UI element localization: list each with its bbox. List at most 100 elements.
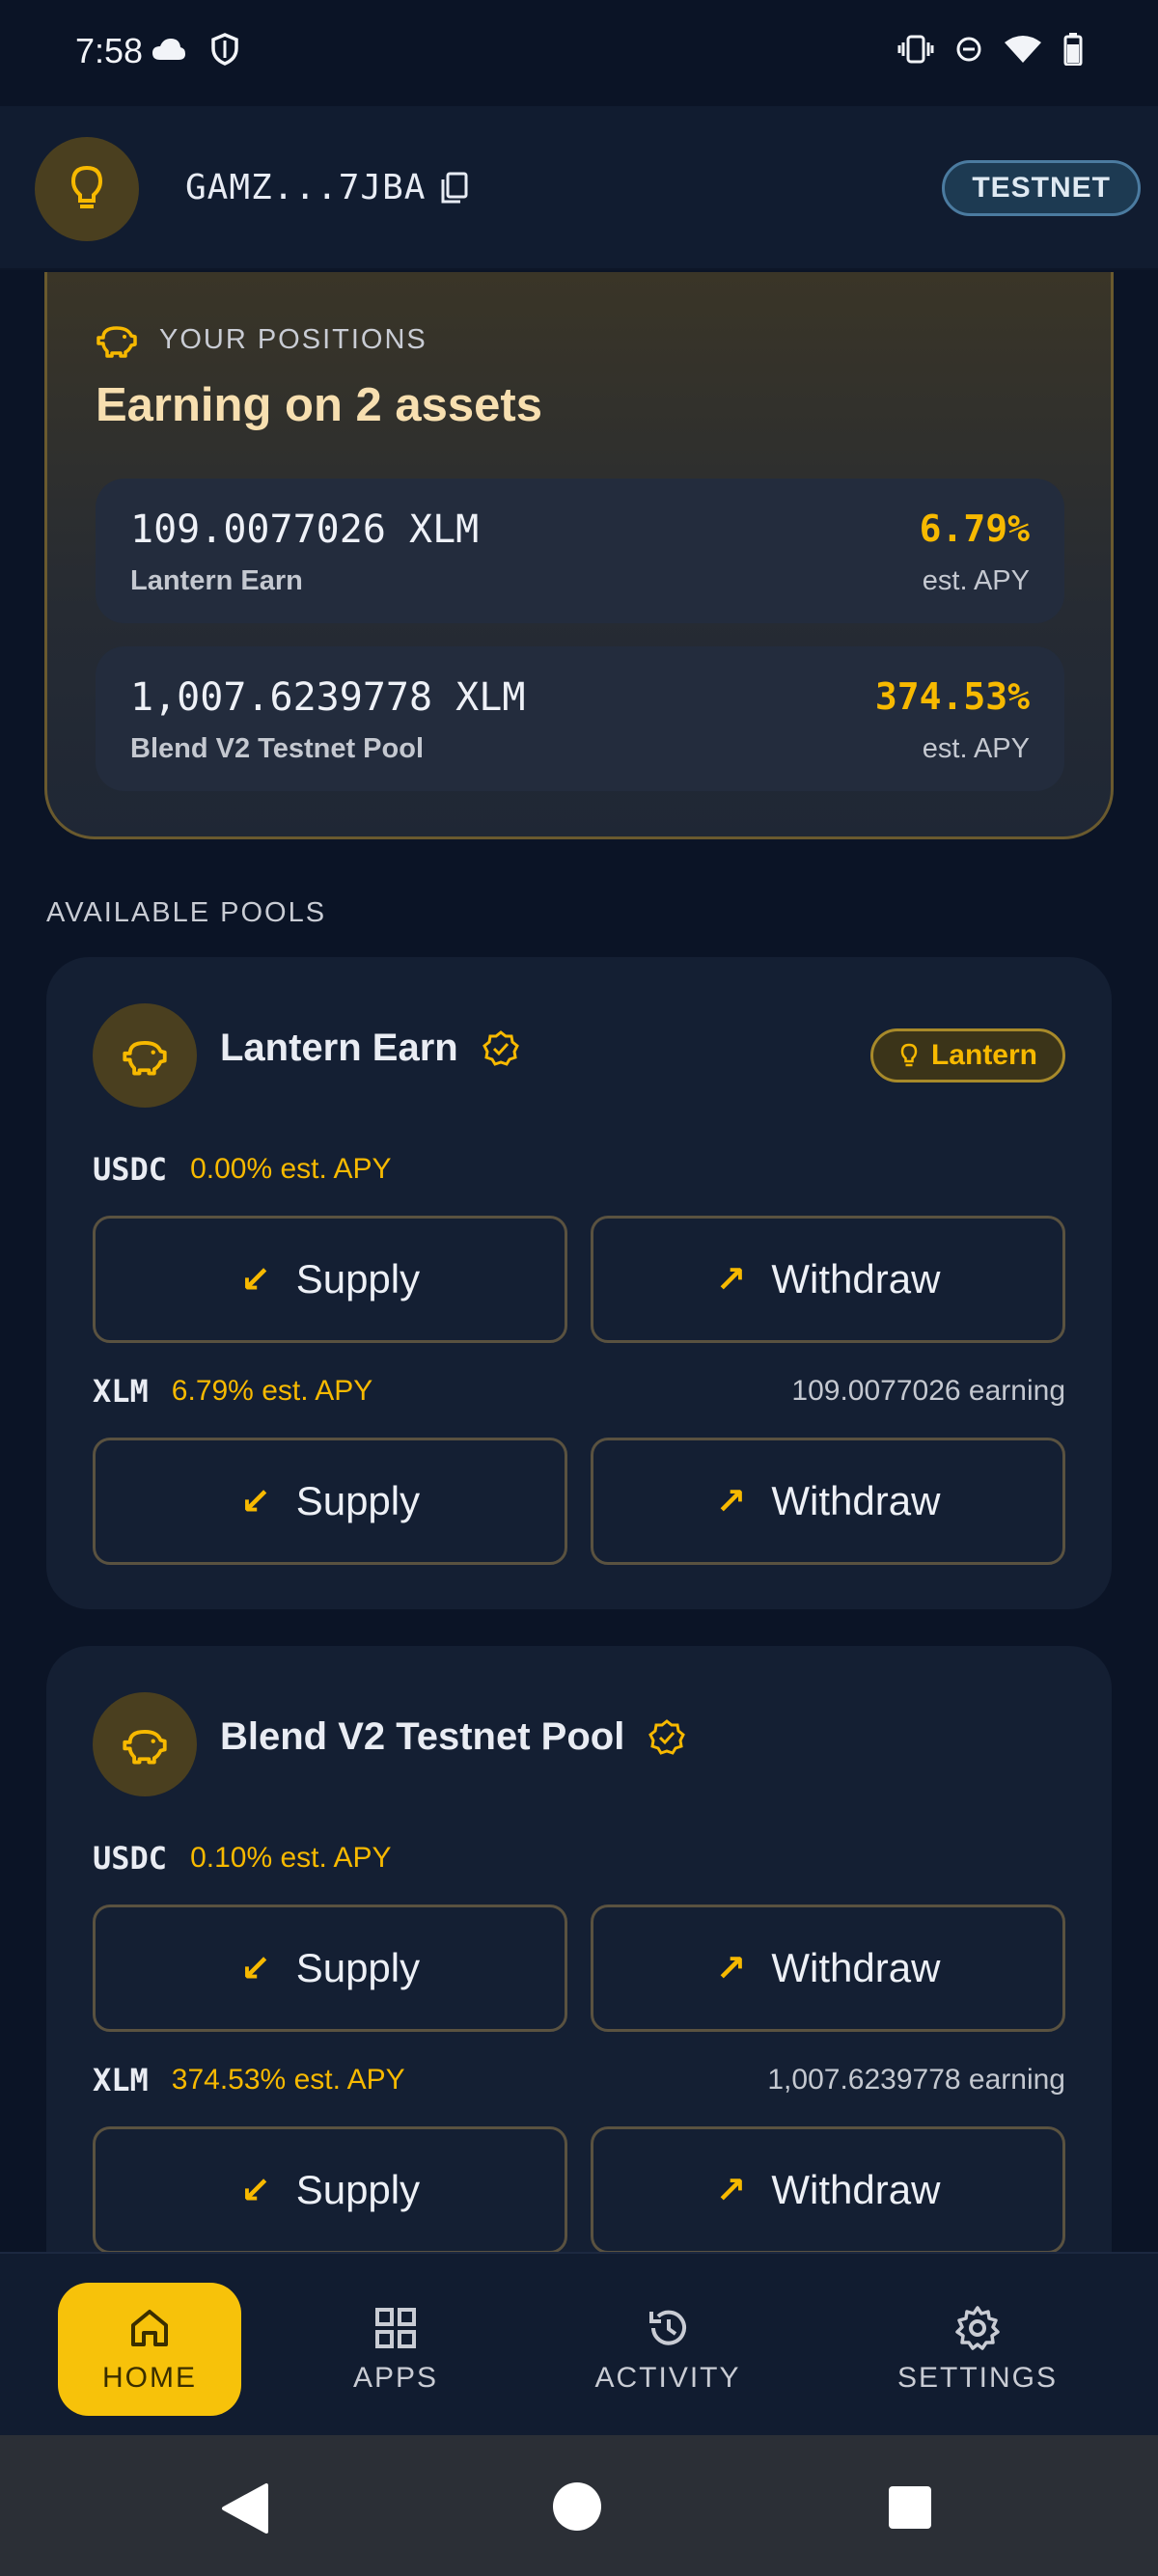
withdraw-label: Withdraw bbox=[771, 1945, 941, 1990]
position-apy: 374.53% bbox=[874, 675, 1030, 718]
withdraw-label: Withdraw bbox=[771, 2167, 941, 2212]
arrow-up-right-icon: ↗ bbox=[715, 1481, 747, 1522]
withdraw-label: Withdraw bbox=[771, 1478, 941, 1523]
history-icon bbox=[649, 2310, 686, 2345]
gear-icon bbox=[955, 2306, 1000, 2350]
nav-activity[interactable]: ACTIVITY bbox=[569, 2283, 766, 2416]
wifi-icon bbox=[1005, 36, 1041, 63]
verified-icon bbox=[482, 1029, 519, 1066]
pool-name-text: Blend V2 Testnet Pool bbox=[220, 1715, 625, 1758]
position-item[interactable]: 1,007.6239778 XLM Blend V2 Testnet Pool … bbox=[96, 646, 1064, 791]
asset-row: XLM 374.53% est. APY 1,007.6239778 earni… bbox=[93, 2059, 1065, 2101]
arrow-down-left-icon: ↙ bbox=[239, 1481, 271, 1522]
shield-icon bbox=[211, 33, 238, 66]
positions-label: YOUR POSITIONS bbox=[159, 323, 427, 355]
recents-icon[interactable] bbox=[888, 2485, 932, 2530]
asset-row: XLM 6.79% est. APY 109.0077026 earning bbox=[93, 1370, 1065, 1412]
status-icons-left bbox=[151, 33, 239, 66]
bottom-nav: HOME APPS ACTIVITY SETTINGS bbox=[0, 2252, 1158, 2435]
positions-title: Earning on 2 assets bbox=[96, 379, 542, 431]
arrow-up-right-icon: ↗ bbox=[715, 2170, 747, 2211]
arrow-down-left-icon: ↙ bbox=[239, 1948, 271, 1989]
supply-label: Supply bbox=[295, 2167, 421, 2212]
withdraw-button[interactable]: ↗ Withdraw bbox=[591, 1216, 1065, 1343]
position-apy: 6.79% bbox=[919, 507, 1030, 550]
withdraw-button[interactable]: ↗ Withdraw bbox=[591, 1438, 1065, 1565]
pool-card-lantern-earn: Lantern Earn Lantern USDC 0.00% est. APY… bbox=[46, 957, 1112, 1609]
back-icon[interactable] bbox=[220, 2481, 270, 2535]
pool-name-text: Lantern Earn bbox=[220, 1027, 458, 1069]
copy-icon[interactable] bbox=[439, 172, 468, 205]
network-badge[interactable]: TESTNET bbox=[942, 160, 1141, 216]
position-amount: 109.0077026 XLM bbox=[130, 507, 480, 552]
nav-home[interactable]: HOME bbox=[58, 2283, 241, 2416]
pool-icon bbox=[93, 1003, 197, 1108]
arrow-down-left-icon: ↙ bbox=[239, 1259, 271, 1301]
asset-row: USDC 0.00% est. APY bbox=[93, 1148, 1065, 1191]
asset-apy: 6.79% est. APY bbox=[171, 1375, 373, 1407]
asset-symbol: USDC bbox=[93, 1151, 168, 1188]
wallet-avatar[interactable] bbox=[35, 137, 139, 241]
pool-icon bbox=[93, 1692, 197, 1796]
supply-label: Supply bbox=[295, 1478, 421, 1523]
position-pool: Lantern Earn bbox=[130, 565, 303, 596]
asset-symbol: USDC bbox=[93, 1840, 168, 1877]
supply-button[interactable]: ↙ Supply bbox=[93, 1438, 567, 1565]
piggy-bank-icon bbox=[123, 1041, 167, 1076]
vibrate-icon bbox=[897, 35, 934, 64]
grid-icon bbox=[375, 2308, 416, 2348]
asset-earning: 109.0077026 earning bbox=[791, 1375, 1065, 1407]
nav-apps[interactable]: APPS bbox=[309, 2283, 482, 2416]
position-apy-label: est. APY bbox=[922, 565, 1030, 596]
app-header: GAMZ...7JBA TESTNET bbox=[0, 106, 1158, 270]
nav-settings-label: SETTINGS bbox=[896, 2362, 1058, 2394]
positions-card: YOUR POSITIONS Earning on 2 assets 109.0… bbox=[44, 272, 1114, 839]
dnd-icon bbox=[956, 37, 981, 62]
supply-button[interactable]: ↙ Supply bbox=[93, 2126, 567, 2254]
nav-apps-label: APPS bbox=[352, 2362, 439, 2394]
lightbulb-icon bbox=[900, 1043, 918, 1067]
position-amount: 1,007.6239778 XLM bbox=[130, 675, 526, 720]
asset-apy: 0.10% est. APY bbox=[190, 1842, 392, 1874]
position-pool: Blend V2 Testnet Pool bbox=[130, 733, 425, 764]
supply-label: Supply bbox=[295, 1256, 421, 1302]
cloud-icon bbox=[152, 39, 185, 60]
position-item[interactable]: 109.0077026 XLM Lantern Earn 6.79% est. … bbox=[96, 479, 1064, 623]
verified-icon bbox=[648, 1718, 686, 1755]
asset-symbol: XLM bbox=[93, 1373, 149, 1410]
home-circle-icon[interactable] bbox=[552, 2481, 602, 2532]
status-icons-right bbox=[897, 33, 1083, 66]
wallet-address-text: GAMZ...7JBA bbox=[185, 168, 427, 207]
arrow-down-left-icon: ↙ bbox=[239, 2170, 271, 2211]
positions-label-row: YOUR POSITIONS bbox=[96, 320, 427, 359]
pool-name: Blend V2 Testnet Pool bbox=[220, 1715, 686, 1759]
asset-apy: 0.00% est. APY bbox=[190, 1153, 392, 1185]
supply-button[interactable]: ↙ Supply bbox=[93, 1216, 567, 1343]
status-bar: 7:58 bbox=[0, 0, 1158, 106]
pool-badge: Lantern bbox=[869, 1028, 1065, 1082]
system-nav-bar bbox=[0, 2435, 1158, 2576]
wallet-address[interactable]: GAMZ...7JBA bbox=[185, 168, 468, 207]
supply-button[interactable]: ↙ Supply bbox=[93, 1905, 567, 2032]
arrow-up-right-icon: ↗ bbox=[715, 1948, 747, 1989]
nav-settings[interactable]: SETTINGS bbox=[888, 2283, 1067, 2416]
nav-activity-label: ACTIVITY bbox=[594, 2362, 741, 2394]
asset-earning: 1,007.6239778 earning bbox=[767, 2064, 1065, 2096]
battery-icon bbox=[1063, 33, 1083, 66]
home-icon bbox=[131, 2310, 168, 2346]
supply-label: Supply bbox=[295, 1945, 421, 1990]
withdraw-label: Withdraw bbox=[771, 1256, 941, 1302]
piggy-bank-icon bbox=[123, 1730, 167, 1765]
asset-row: USDC 0.10% est. APY bbox=[93, 1837, 1065, 1879]
available-pools-label: AVAILABLE POOLS bbox=[46, 897, 327, 928]
pool-card-blend-v2: Blend V2 Testnet Pool USDC 0.10% est. AP… bbox=[46, 1646, 1112, 2341]
status-time: 7:58 bbox=[75, 31, 144, 70]
nav-home-label: HOME bbox=[102, 2362, 197, 2394]
asset-apy: 374.53% est. APY bbox=[171, 2064, 405, 2096]
withdraw-button[interactable]: ↗ Withdraw bbox=[591, 1905, 1065, 2032]
arrow-up-right-icon: ↗ bbox=[715, 1259, 747, 1301]
piggy-bank-icon bbox=[96, 326, 137, 358]
lightbulb-icon bbox=[70, 165, 103, 208]
pool-badge-text: Lantern bbox=[930, 1039, 1037, 1071]
withdraw-button[interactable]: ↗ Withdraw bbox=[591, 2126, 1065, 2254]
